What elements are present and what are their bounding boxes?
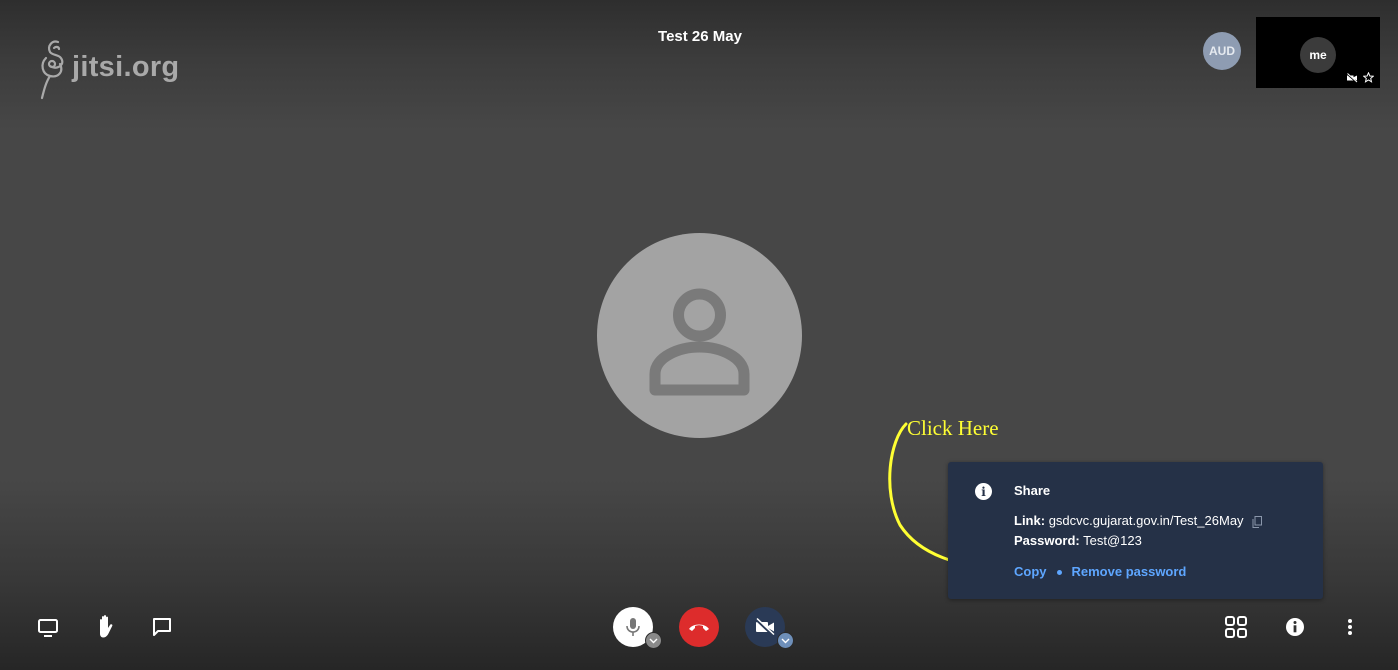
screen-share-icon: [38, 619, 58, 637]
separator-dot: [1056, 570, 1062, 576]
jitsi-logo-icon: [40, 40, 64, 100]
more-options-icon: [1348, 619, 1352, 635]
copy-icon[interactable]: [1252, 515, 1263, 528]
remove-password-button[interactable]: Remove password: [1072, 564, 1187, 579]
share-info-panel: i Share Link: gsdcvc.gujarat.gov.in/Test…: [948, 462, 1323, 599]
link-label: Link:: [1014, 513, 1046, 528]
hangup-button[interactable]: [679, 607, 719, 647]
moderator-star-icon: [1363, 72, 1374, 83]
tile-view-button[interactable]: [1221, 612, 1251, 642]
local-video-tile[interactable]: me: [1256, 17, 1380, 88]
share-password-row: Password: Test@123: [1014, 533, 1142, 548]
share-actions: Copy Remove password: [1014, 564, 1186, 579]
raise-hand-icon: [100, 615, 113, 638]
chat-icon: [153, 618, 171, 636]
jitsi-logo[interactable]: jitsi.org: [38, 34, 179, 100]
video-settings-caret[interactable]: [777, 632, 794, 649]
hangup-icon: [689, 624, 709, 631]
password-label: Password:: [1014, 533, 1080, 548]
remote-participant-avatar[interactable]: AUD: [1203, 32, 1241, 70]
password-value: Test@123: [1083, 533, 1142, 548]
logo-text: jitsi.org: [72, 50, 180, 83]
info-icon: [1286, 618, 1304, 636]
microphone-icon: [626, 618, 640, 636]
chevron-down-icon: [781, 638, 790, 643]
share-link-row: Link: gsdcvc.gujarat.gov.in/Test_26May: [1014, 513, 1263, 528]
camera-off-icon: [754, 617, 775, 637]
info-button[interactable]: [1282, 614, 1308, 640]
raise-hand-button[interactable]: [92, 612, 120, 642]
video-stage: jitsi.org Test 26 May AUD me Click Here: [0, 0, 1398, 670]
chat-button[interactable]: [148, 613, 176, 641]
copy-link-button[interactable]: Copy: [1014, 564, 1047, 579]
meeting-link[interactable]: gsdcvc.gujarat.gov.in/Test_26May: [1049, 513, 1244, 528]
audio-settings-caret[interactable]: [645, 632, 662, 649]
camera-off-icon: [1346, 72, 1358, 83]
meeting-title: Test 26 May: [658, 28, 742, 45]
chevron-down-icon: [649, 638, 658, 643]
more-options-button[interactable]: [1340, 614, 1360, 640]
click-here-annotation: Click Here: [907, 416, 999, 440]
user-icon: [649, 288, 750, 396]
participant-avatar: [597, 233, 802, 438]
share-title: Share: [1014, 483, 1051, 498]
screen-share-button[interactable]: [34, 614, 62, 642]
info-icon: i: [975, 483, 992, 500]
local-avatar: me: [1300, 37, 1336, 73]
tile-view-icon: [1225, 616, 1247, 638]
